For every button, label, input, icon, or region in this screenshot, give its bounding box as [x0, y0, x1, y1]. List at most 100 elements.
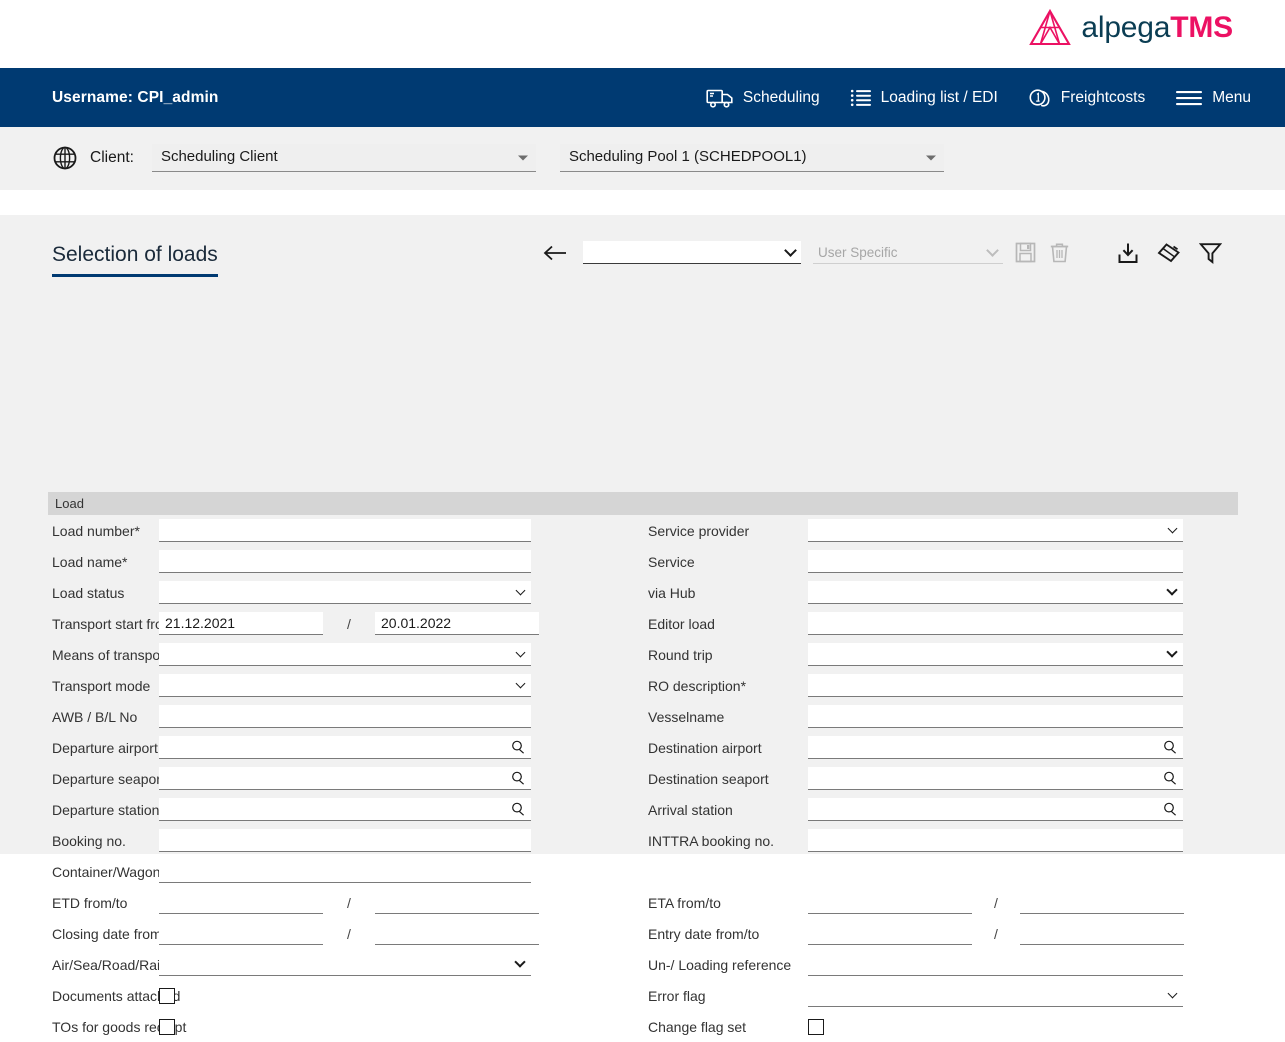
- label-transport-mode: Transport mode: [0, 678, 159, 694]
- label-ro-description: RO description*: [648, 678, 808, 694]
- nav-label-scheduling: Scheduling: [743, 89, 820, 107]
- input-closing-date-to[interactable]: [375, 922, 539, 945]
- select-load-status[interactable]: [159, 581, 531, 604]
- username-label: Username: CPI_admin: [52, 89, 218, 107]
- back-arrow-icon[interactable]: [540, 242, 570, 264]
- input-departure-airport[interactable]: [159, 736, 531, 759]
- input-transport-start-to[interactable]: 20.01.2022: [375, 612, 539, 635]
- input-vesselname[interactable]: [808, 705, 1183, 728]
- label-entry-date: Entry date from/to: [648, 926, 808, 942]
- chevron-down-icon: [516, 679, 526, 689]
- input-un-loading-reference[interactable]: [808, 953, 1183, 976]
- search-icon[interactable]: [1163, 802, 1177, 816]
- input-inttra-booking-no[interactable]: [808, 829, 1183, 852]
- input-arrival-station[interactable]: [808, 798, 1183, 821]
- label-inttra-booking-no: INTTRA booking no.: [648, 833, 808, 849]
- input-transport-start-from[interactable]: 21.12.2021: [159, 612, 323, 635]
- chevron-down-icon: [926, 155, 936, 160]
- select-via-hub[interactable]: [808, 581, 1183, 604]
- checkbox-change-flag-set[interactable]: [808, 1019, 824, 1035]
- variant-select[interactable]: [583, 241, 801, 264]
- chevron-down-icon: [784, 244, 797, 257]
- field-row-load-number: Load number*: [0, 515, 648, 546]
- nav-item-loading-list-edi[interactable]: Loading list / EDI: [850, 88, 998, 108]
- hamburger-icon: [1175, 89, 1203, 107]
- input-departure-seaport[interactable]: [159, 767, 531, 790]
- eraser-icon[interactable]: [1157, 242, 1181, 264]
- checkbox-tos-goods-receipt[interactable]: [159, 1019, 175, 1035]
- input-container-wagon-id[interactable]: [159, 860, 531, 883]
- coin-icon: [1028, 87, 1052, 109]
- search-icon[interactable]: [1163, 740, 1177, 754]
- label-etd: ETD from/to: [0, 895, 159, 911]
- input-ro-description[interactable]: [808, 674, 1183, 697]
- daterange-separator: /: [323, 616, 375, 632]
- logo-strip: alpegaTMS: [0, 0, 1285, 68]
- filter-icon[interactable]: [1199, 242, 1222, 264]
- client-select[interactable]: Scheduling Client: [152, 144, 536, 172]
- nav-item-scheduling[interactable]: Scheduling: [706, 87, 820, 109]
- input-load-number[interactable]: [159, 519, 531, 542]
- scheduling-pool-select[interactable]: Scheduling Pool 1 (SCHEDPOOL1): [560, 144, 944, 172]
- field-row-container-wagon-id: Container/Wagon ID*: [0, 856, 648, 887]
- select-round-trip[interactable]: [808, 643, 1183, 666]
- daterange-separator: /: [323, 926, 375, 942]
- field-row-vesselname: Vesselname: [648, 701, 1238, 732]
- input-closing-date-from[interactable]: [159, 922, 323, 945]
- field-row-editor-load: Editor load: [648, 608, 1238, 639]
- field-row-load-status: Load status: [0, 577, 648, 608]
- search-icon[interactable]: [1163, 771, 1177, 785]
- checkbox-documents-attached[interactable]: [159, 988, 175, 1004]
- search-icon[interactable]: [511, 771, 525, 785]
- input-booking-no[interactable]: [159, 829, 531, 852]
- select-transport-mode[interactable]: [159, 674, 531, 697]
- input-entry-date-to[interactable]: [1020, 922, 1184, 945]
- input-load-name[interactable]: [159, 550, 531, 573]
- select-error-flag[interactable]: [808, 984, 1183, 1007]
- import-icon[interactable]: [1117, 242, 1139, 264]
- field-row-departure-seaport: Departure seaport: [0, 763, 648, 794]
- input-editor-load[interactable]: [808, 612, 1183, 635]
- client-label: Client:: [90, 149, 134, 167]
- select-service-provider[interactable]: [808, 519, 1183, 542]
- load-search-form: Load number* Load name* Load status: [0, 515, 1238, 854]
- label-load-status: Load status: [0, 585, 159, 601]
- label-destination-airport: Destination airport: [648, 740, 808, 756]
- field-row-round-trip: Round trip: [648, 639, 1238, 670]
- input-departure-station[interactable]: [159, 798, 531, 821]
- section-header-label: Load: [48, 496, 84, 511]
- label-container-wagon-id: Container/Wagon ID*: [0, 864, 159, 880]
- input-etd-from[interactable]: [159, 891, 323, 914]
- trash-icon: [1050, 242, 1069, 263]
- input-eta-to[interactable]: [1020, 891, 1184, 914]
- user-specific-value: User Specific: [818, 245, 898, 260]
- select-means-of-transport[interactable]: [159, 643, 531, 666]
- label-round-trip: Round trip: [648, 647, 808, 663]
- field-row-departure-airport: Departure airport: [0, 732, 648, 763]
- label-means-of-transport: Means of transport: [0, 647, 159, 663]
- input-service[interactable]: [808, 550, 1183, 573]
- label-air-sea-road-rail: Air/Sea/Road/Rail: [0, 957, 159, 973]
- main-navigation-bar: Username: CPI_admin Scheduling: [0, 68, 1285, 127]
- chevron-down-icon: [1168, 989, 1178, 999]
- select-air-sea-road-rail[interactable]: [159, 953, 531, 976]
- input-eta-from[interactable]: [808, 891, 972, 914]
- label-service: Service: [648, 554, 808, 570]
- search-icon[interactable]: [511, 740, 525, 754]
- nav-item-freightcosts[interactable]: Freightcosts: [1028, 87, 1145, 109]
- nav-item-menu[interactable]: Menu: [1175, 89, 1251, 107]
- input-awb-bl-no[interactable]: [159, 705, 531, 728]
- field-row-tos-goods-receipt: TOs for goods receipt: [0, 1011, 648, 1042]
- label-booking-no: Booking no.: [0, 833, 159, 849]
- chevron-down-icon: [1166, 584, 1177, 595]
- input-entry-date-from[interactable]: [808, 922, 972, 945]
- field-row-change-flag-set: Change flag set: [648, 1011, 1238, 1042]
- field-row-air-sea-road-rail: Air/Sea/Road/Rail: [0, 949, 648, 980]
- input-destination-seaport[interactable]: [808, 767, 1183, 790]
- search-icon[interactable]: [511, 802, 525, 816]
- field-row-means-of-transport: Means of transport: [0, 639, 648, 670]
- input-destination-airport[interactable]: [808, 736, 1183, 759]
- input-etd-to[interactable]: [375, 891, 539, 914]
- toolbar-icons-active-group: [1117, 242, 1222, 264]
- label-service-provider: Service provider: [648, 523, 808, 539]
